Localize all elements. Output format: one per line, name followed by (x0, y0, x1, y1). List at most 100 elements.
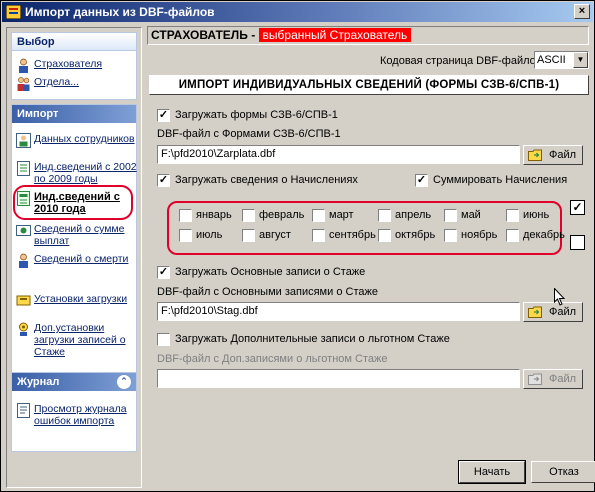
sidebar-group-header[interactable]: Выбор (12, 33, 136, 51)
app-icon (6, 5, 21, 19)
forms-checkbox[interactable]: ✓ Загружать формы СЗВ-6/СПВ-1 (157, 109, 338, 123)
sidebar-group-import: Импорт Данных сотрудников Инд.сведений с… (11, 104, 137, 378)
checkbox-label: Загружать сведения о Начислениях (175, 174, 358, 186)
insurer-prefix: СТРАХОВАТЕЛЬ - (151, 28, 259, 42)
sidebar-item-label: Данных сотрудников (34, 133, 135, 145)
forms-file-button[interactable]: Файл (523, 145, 583, 165)
mouse-cursor-icon (554, 288, 566, 306)
extra-stazh-file-button[interactable]: Файл (523, 369, 583, 389)
checkbox-box[interactable] (444, 209, 457, 222)
title-bar: Импорт данных из DBF-файлов × (2, 2, 593, 22)
checkbox-box[interactable] (506, 209, 519, 222)
select-all-months-checkbox[interactable]: ✓ (570, 200, 585, 215)
checkbox-box[interactable] (179, 209, 192, 222)
folder-icon (528, 149, 542, 161)
month-checkbox[interactable]: февраль (242, 209, 304, 223)
checkbox-box[interactable] (444, 229, 457, 242)
main-stazh-path-input[interactable]: F:\pfd2010\Stag.dbf (157, 302, 520, 321)
month-label: октябрь (395, 229, 436, 241)
window-title: Импорт данных из DBF-файлов (25, 5, 215, 19)
sum-accruals-checkbox[interactable]: ✓ Суммировать Начисления (415, 174, 567, 188)
checkbox-box[interactable] (378, 229, 391, 242)
sidebar-item-label: Доп.установки загрузки записей о Стаже (34, 322, 126, 358)
sidebar-group-header[interactable]: Журнал ⌃ (12, 373, 136, 391)
extra-stazh-path-input[interactable] (157, 369, 520, 388)
forms-field-label: DBF-файл с Формами СЗВ-6/СПВ-1 (157, 128, 341, 140)
codepage-value: ASCII (537, 54, 566, 66)
month-label: август (259, 229, 291, 241)
sidebar-item-label: Просмотр журнала ошибок импорта (34, 403, 127, 427)
checkbox-box[interactable] (157, 333, 170, 346)
month-checkbox[interactable]: август (242, 229, 291, 243)
journal-icon (17, 403, 30, 418)
sidebar-item-label: Установки загрузки (34, 293, 128, 305)
extra-stazh-checkbox[interactable]: Загружать Дополнительные записи о льготн… (157, 333, 450, 347)
month-checkbox[interactable]: декабрь (506, 229, 565, 243)
month-checkbox[interactable]: апрель (378, 209, 431, 223)
month-checkbox[interactable]: сентябрь (312, 229, 376, 243)
import-dbf-window: Импорт данных из DBF-файлов × Выбор Стра… (0, 0, 595, 492)
checkbox-box[interactable] (179, 229, 192, 242)
month-label: сентябрь (329, 229, 376, 241)
sidebar-item-label: Отдела... (34, 76, 79, 88)
section-title: ИМПОРТ ИНДИВИДУАЛЬНЫХ СВЕДЕНИЙ (ФОРМЫ СЗ… (149, 75, 589, 95)
highlight-circle (13, 185, 133, 220)
checkbox-box[interactable]: ✓ (415, 174, 428, 187)
start-button[interactable]: Начать (458, 460, 526, 484)
checkbox-box[interactable] (378, 209, 391, 222)
checkbox-box[interactable] (242, 209, 255, 222)
checkbox-box[interactable] (312, 229, 325, 242)
month-checkbox[interactable]: январь (179, 209, 232, 223)
collapse-icon[interactable]: ⌃ (117, 375, 131, 389)
month-checkbox[interactable]: март (312, 209, 354, 223)
month-label: май (461, 209, 481, 221)
forms-path-input[interactable]: F:\pfd2010\Zarplata.dbf (157, 145, 520, 164)
checkbox-box[interactable] (312, 209, 325, 222)
people-icon (17, 77, 30, 91)
main-stazh-checkbox[interactable]: ✓ Загружать Основные записи о Стаже (157, 266, 365, 280)
codepage-label: Кодовая страница DBF-файлов: (380, 55, 545, 67)
checkbox-label: Загружать формы СЗВ-6/СПВ-1 (175, 109, 338, 121)
close-button[interactable]: × (574, 4, 590, 19)
sidebar-group-header[interactable]: Импорт (12, 105, 136, 123)
codepage-select[interactable]: ASCII ▼ (534, 51, 589, 69)
payments-icon (16, 225, 31, 236)
month-checkbox[interactable]: июнь (506, 209, 549, 223)
insurer-header: СТРАХОВАТЕЛЬ - выбранный Страхователь (147, 26, 589, 45)
month-label: март (329, 209, 354, 221)
checkbox-box[interactable] (506, 229, 519, 242)
month-checkbox[interactable]: май (444, 209, 481, 223)
extra-stazh-field-label: DBF-файл с Доп.записями о льготном Стаже (157, 353, 388, 365)
checkbox-label: Загружать Основные записи о Стаже (175, 266, 366, 278)
main-stazh-file-button[interactable]: Файл (523, 302, 583, 322)
checkbox-box[interactable]: ✓ (157, 109, 170, 122)
checkbox-label: Суммировать Начисления (433, 174, 568, 186)
settings-icon (16, 295, 31, 306)
sidebar-group-journal: Журнал ⌃ Просмотр журнала ошибок импорта (11, 372, 137, 452)
settings-person-icon (19, 322, 28, 336)
checkbox-label: Загружать Дополнительные записи о льготн… (175, 333, 450, 345)
insurer-selected: выбранный Страхователь (258, 28, 412, 42)
month-label: декабрь (523, 229, 565, 241)
month-checkbox[interactable]: октябрь (378, 229, 435, 243)
checkbox-box[interactable] (242, 229, 255, 242)
folder-icon (528, 306, 542, 318)
sidebar-item-label: Страхователя (34, 58, 103, 70)
cancel-button[interactable]: Отказ (531, 461, 595, 483)
document-icon (17, 161, 30, 176)
month-label: январь (196, 209, 232, 221)
month-label: июль (196, 229, 223, 241)
sidebar-item-label: Сведений о смерти (34, 253, 129, 265)
sidebar-group-vybor: Выбор Страхователя Отдела... (11, 32, 137, 100)
month-checkbox[interactable]: ноябрь (444, 229, 497, 243)
main-stazh-field-label: DBF-файл с Основными записями о Стаже (157, 286, 378, 298)
chevron-down-icon[interactable]: ▼ (573, 52, 588, 68)
month-checkbox[interactable]: июль (179, 229, 222, 243)
main-panel: СТРАХОВАТЕЛЬ - выбранный Страхователь Ко… (147, 23, 595, 489)
checkbox-box[interactable]: ✓ (157, 266, 170, 279)
clear-all-months-checkbox[interactable] (570, 235, 585, 250)
folder-icon (528, 373, 542, 385)
accruals-checkbox[interactable]: ✓ Загружать сведения о Начислениях (157, 174, 358, 188)
checkbox-box[interactable]: ✓ (157, 174, 170, 187)
month-label: апрель (395, 209, 432, 221)
